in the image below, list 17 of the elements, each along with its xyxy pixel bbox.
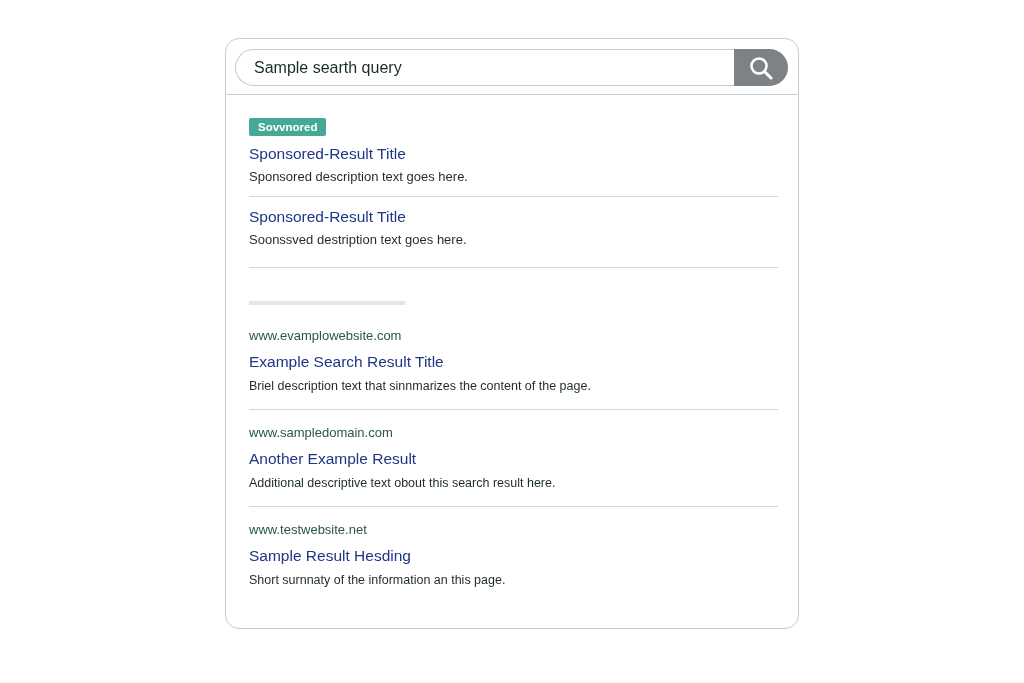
result-title-link[interactable]: Sponsored-Result Title — [249, 144, 406, 164]
result-description: Additional descriptive text obout this search result here. — [249, 475, 556, 492]
result-title-link[interactable]: Sponsored-Result Title — [249, 207, 406, 227]
sponsored-badge: Sovvnored — [249, 118, 327, 136]
result-title-link[interactable]: Example Search Result Title — [249, 352, 444, 372]
result-url: www.evamplowebsite.com — [249, 328, 402, 344]
result-url: www.sampledomain.com — [249, 425, 393, 441]
search-icon — [749, 55, 773, 80]
result-description: Short surnnaty of the information an this page. — [249, 572, 506, 589]
result-title-link[interactable]: Another Example Result — [249, 449, 417, 469]
result-description: Sponsored description text goes here. — [249, 168, 468, 185]
search-button[interactable] — [734, 49, 788, 86]
result-url: www.testwebsite.net — [249, 522, 367, 538]
result-description: Soonssved destription text goes here. — [249, 231, 467, 248]
result-title-link[interactable]: Sample Result Hesding — [249, 546, 411, 566]
result-description: Briel description text that sinnmarizes the content of the page. — [249, 378, 591, 395]
search-field[interactable]: Sample searth query — [235, 49, 734, 86]
